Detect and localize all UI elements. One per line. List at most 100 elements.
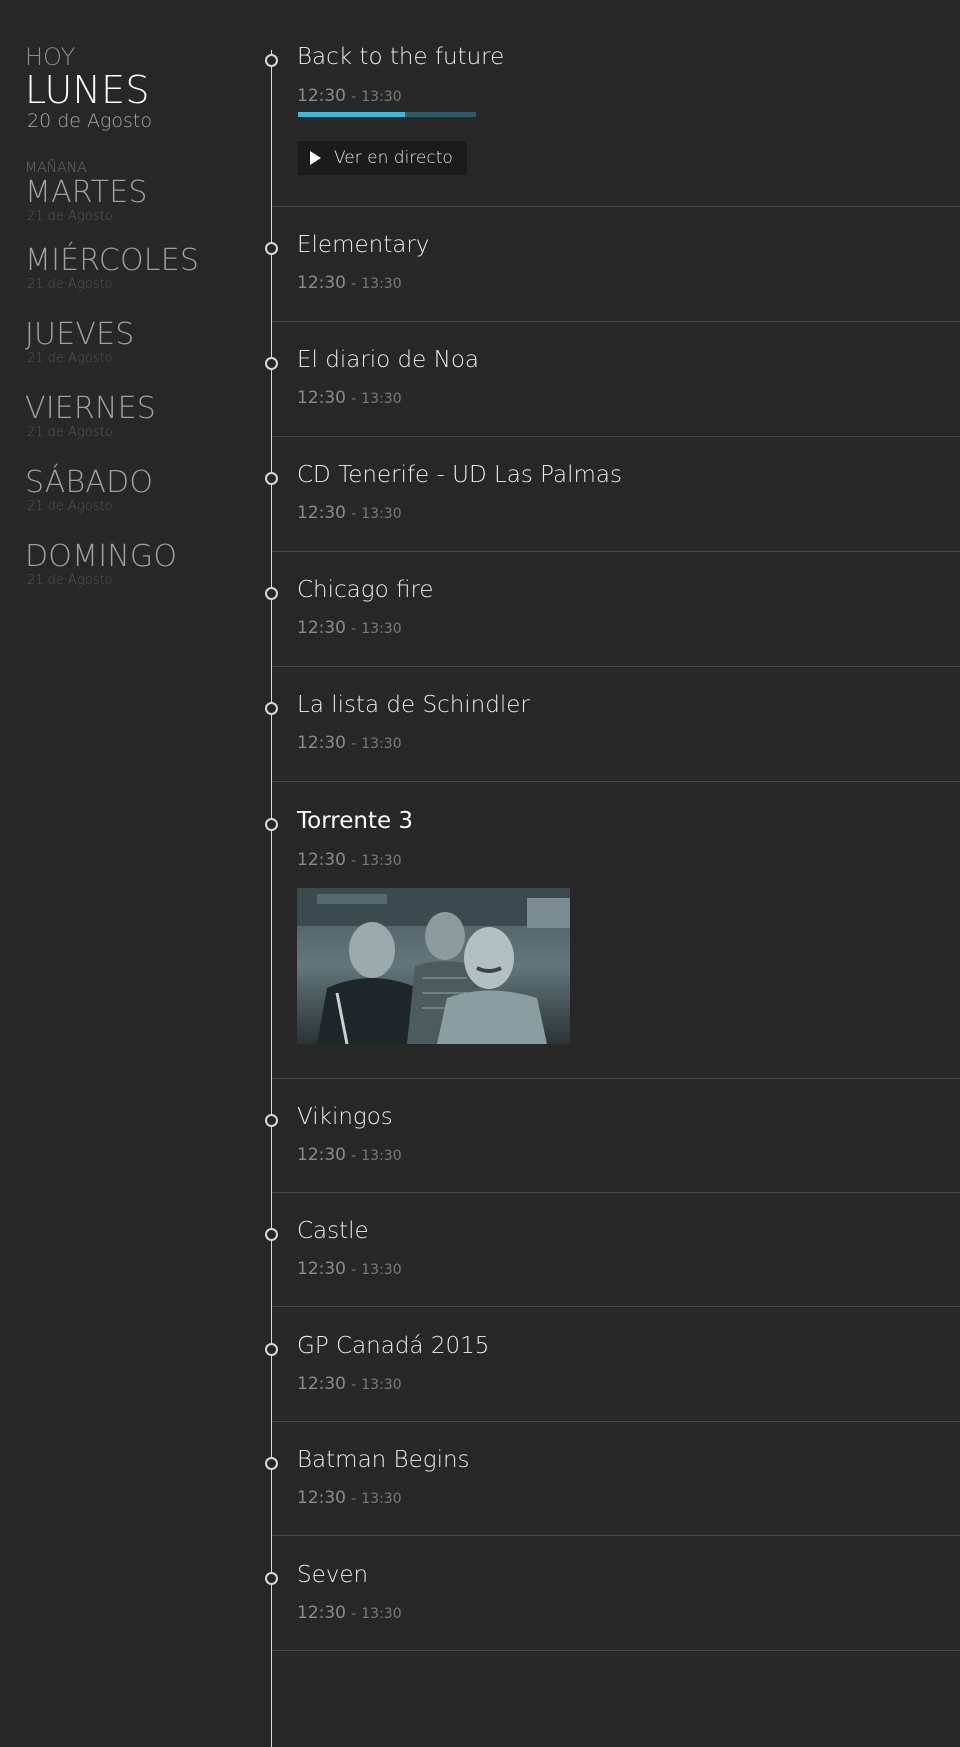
program-time: 12:30 - 13:30 [297, 1603, 402, 1623]
time-separator: - [351, 391, 357, 407]
watch-live-label: Ver en directo [334, 148, 453, 168]
program-title: Batman Begins [297, 1447, 470, 1473]
time-separator: - [351, 1606, 357, 1622]
day-name: VIERNES [25, 391, 157, 426]
time-separator: - [351, 89, 357, 105]
timeline-dot [265, 1572, 278, 1585]
program-title: El diario de Noa [297, 347, 479, 373]
time-start: 12:30 [297, 850, 346, 870]
timeline-dot [265, 1114, 278, 1127]
time-start: 12:30 [297, 388, 346, 408]
watch-live-button[interactable]: Ver en directo [298, 141, 467, 175]
timeline-dot [265, 1343, 278, 1356]
time-start: 12:30 [297, 1259, 346, 1279]
time-separator: - [351, 1377, 357, 1393]
program-item[interactable]: Vikingos 12:30 - 13:30 [265, 1079, 960, 1193]
program-time: 12:30 - 13:30 [297, 1259, 402, 1279]
program-title: CD Tenerife - UD Las Palmas [297, 462, 622, 488]
program-title: Castle [297, 1218, 369, 1244]
timeline-dot [265, 1228, 278, 1241]
time-end: 13:30 [361, 391, 402, 407]
timeline-dot [265, 818, 278, 831]
day-martes[interactable]: MAÑANA MARTES 21 de Agosto [25, 160, 148, 224]
time-start: 12:30 [297, 503, 346, 523]
day-today-lunes[interactable]: HOY LUNES 20 de Agosto [25, 44, 152, 132]
day-sabado[interactable]: SÁBADO 21 de Agosto [25, 466, 153, 514]
program-title: Chicago fire [297, 577, 434, 603]
timeline-dot [265, 242, 278, 255]
program-item[interactable]: Batman Begins 12:30 - 13:30 [265, 1422, 960, 1536]
program-item[interactable]: Elementary 12:30 - 13:30 [265, 207, 960, 322]
program-title: Vikingos [297, 1104, 393, 1130]
time-separator: - [351, 276, 357, 292]
play-icon [310, 151, 321, 165]
day-name: JUEVES [25, 317, 135, 352]
time-separator: - [351, 1262, 357, 1278]
day-domingo[interactable]: DOMINGO 21 de Agosto [25, 540, 177, 588]
program-item[interactable]: Back to the future 12:30 - 13:30 Ver en … [265, 0, 960, 207]
program-item[interactable]: Chicago fire 12:30 - 13:30 [265, 552, 960, 667]
time-end: 13:30 [361, 1377, 402, 1393]
program-item[interactable]: Seven 12:30 - 13:30 [265, 1536, 960, 1651]
timeline-dot [265, 357, 278, 370]
time-end: 13:30 [361, 1606, 402, 1622]
day-jueves[interactable]: JUEVES 21 de Agosto [25, 318, 134, 366]
time-end: 13:30 [361, 276, 402, 292]
timeline-dot [265, 587, 278, 600]
program-item[interactable]: GP Canadá 2015 12:30 - 13:30 [265, 1307, 960, 1422]
program-item[interactable]: El diario de Noa 12:30 - 13:30 [265, 322, 960, 437]
time-start: 12:30 [297, 618, 346, 638]
timeline-dot [265, 54, 278, 67]
day-date: 21 de Agosto [27, 351, 113, 366]
program-time: 12:30 - 13:30 [297, 86, 402, 106]
time-end: 13:30 [361, 853, 402, 869]
time-separator: - [351, 1148, 357, 1164]
program-title: GP Canadá 2015 [297, 1333, 490, 1359]
day-name: MARTES [25, 175, 148, 210]
program-item[interactable]: CD Tenerife - UD Las Palmas 12:30 - 13:3… [265, 437, 960, 552]
program-time: 12:30 - 13:30 [297, 1488, 402, 1508]
day-date: 21 de Agosto [27, 573, 113, 588]
timeline-dot [265, 1457, 278, 1470]
time-start: 12:30 [297, 1488, 346, 1508]
day-viernes[interactable]: VIERNES 21 de Agosto [25, 392, 156, 440]
tomorrow-label: MAÑANA [25, 160, 87, 176]
today-label: HOY [25, 43, 76, 71]
program-time: 12:30 - 13:30 [297, 618, 402, 638]
program-time: 12:30 - 13:30 [297, 503, 402, 523]
program-title: Elementary [297, 232, 430, 258]
time-end: 13:30 [361, 89, 402, 105]
program-thumbnail[interactable] [297, 888, 570, 1044]
time-separator: - [351, 506, 357, 522]
day-date: 21 de Agosto [27, 277, 113, 292]
thumbnail-image [297, 888, 570, 1044]
time-start: 12:30 [297, 1374, 346, 1394]
program-title: La lista de Schindler [297, 692, 530, 718]
program-time: 12:30 - 13:30 [297, 273, 402, 293]
time-separator: - [351, 736, 357, 752]
program-item[interactable]: Castle 12:30 - 13:30 [265, 1193, 960, 1307]
program-title: Seven [297, 1562, 369, 1588]
timeline-dot [265, 702, 278, 715]
program-time: 12:30 - 13:30 [297, 850, 402, 870]
progress-fill [298, 112, 405, 117]
live-progress-bar [298, 112, 476, 117]
day-date: 20 de Agosto [27, 110, 153, 132]
time-end: 13:30 [361, 1148, 402, 1164]
program-title: Back to the future [297, 44, 505, 70]
time-end: 13:30 [361, 506, 402, 522]
time-start: 12:30 [297, 86, 346, 106]
program-item-expanded[interactable]: Torrente 3 12:30 - 13:30 [265, 782, 960, 1079]
time-start: 12:30 [297, 1145, 346, 1165]
day-date: 21 de Agosto [27, 499, 113, 514]
day-date: 21 de Agosto [27, 209, 113, 224]
time-end: 13:30 [361, 1262, 402, 1278]
program-title: Torrente 3 [297, 808, 414, 834]
time-separator: - [351, 621, 357, 637]
program-time: 12:30 - 13:30 [297, 1374, 402, 1394]
time-end: 13:30 [361, 621, 402, 637]
program-item[interactable]: La lista de Schindler 12:30 - 13:30 [265, 667, 960, 782]
day-miercoles[interactable]: MIÉRCOLES 21 de Agosto [25, 244, 199, 292]
program-time: 12:30 - 13:30 [297, 388, 402, 408]
day-name: LUNES [25, 68, 150, 112]
